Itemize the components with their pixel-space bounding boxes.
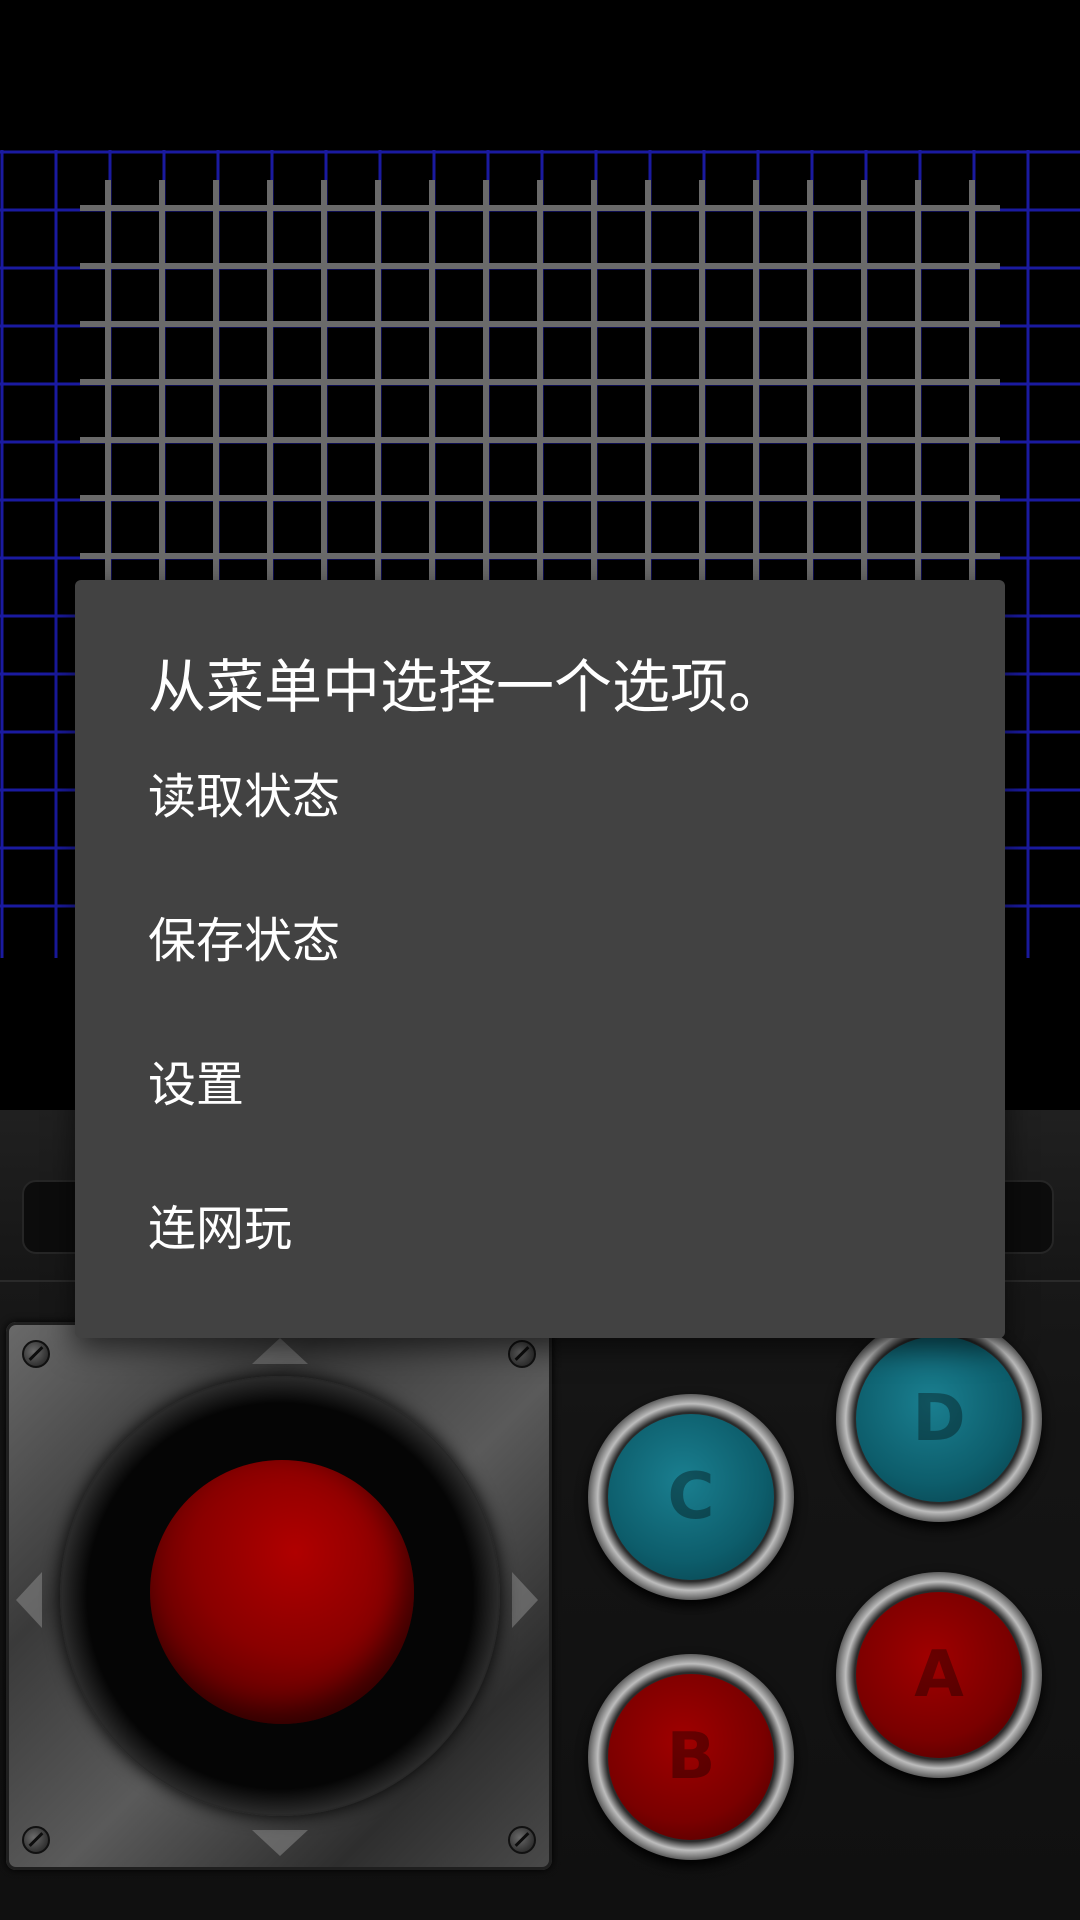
- menu-item-label: 设置: [148, 1057, 245, 1113]
- joystick-ball[interactable]: [150, 1460, 414, 1724]
- menu-item-load-state[interactable]: 读取状态: [75, 720, 1005, 864]
- screw-icon: [22, 1340, 50, 1368]
- arrow-left-icon: [16, 1572, 42, 1628]
- button-d-label: D: [856, 1336, 1022, 1502]
- screw-icon: [22, 1826, 50, 1854]
- arrow-up-icon: [252, 1338, 308, 1364]
- button-b-label: B: [608, 1674, 774, 1840]
- screw-icon: [508, 1826, 536, 1854]
- arrow-down-icon: [252, 1830, 308, 1856]
- menu-item-label: 读取状态: [148, 769, 341, 825]
- dialog-title: 从菜单中选择一个选项。: [148, 653, 787, 721]
- menu-item-save-state[interactable]: 保存状态: [75, 864, 1005, 1008]
- screw-icon: [508, 1340, 536, 1368]
- menu-item-netplay[interactable]: 连网玩: [75, 1152, 1005, 1296]
- button-a[interactable]: A: [836, 1572, 1042, 1778]
- menu-item-label: 连网玩: [148, 1201, 293, 1257]
- button-b[interactable]: B: [588, 1654, 794, 1860]
- arrow-right-icon: [512, 1572, 538, 1628]
- button-d[interactable]: D: [836, 1316, 1042, 1522]
- menu-item-settings[interactable]: 设置: [75, 1008, 1005, 1152]
- options-dialog: 从菜单中选择一个选项。 读取状态 保存状态 设置 连网玩: [75, 580, 1005, 1338]
- button-c-label: C: [608, 1414, 774, 1580]
- button-c[interactable]: C: [588, 1394, 794, 1600]
- button-a-label: A: [856, 1592, 1022, 1758]
- menu-item-label: 保存状态: [148, 913, 341, 969]
- emulator-screen: C D B A 从菜单中选择一个选项。 读取状态 保存状态 设置 连网玩: [0, 0, 1080, 1920]
